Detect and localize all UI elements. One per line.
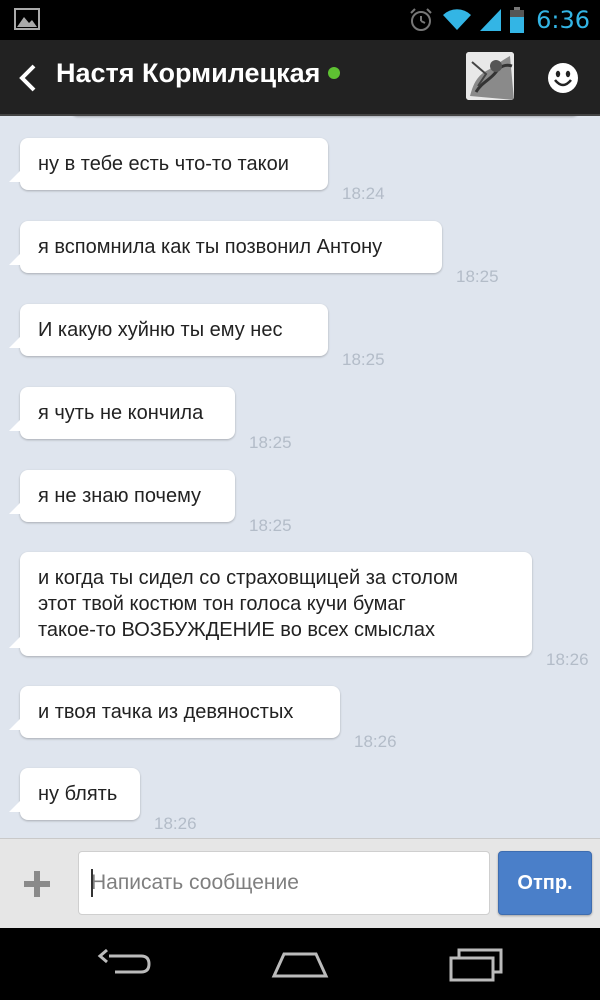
system-navigation-bar [0,928,600,1000]
back-nav-icon[interactable] [95,946,155,982]
message-input[interactable] [78,851,490,915]
message-time: 18:26 [354,732,397,751]
message-time: 18:25 [456,267,499,286]
message-bubble[interactable]: я чуть не кончила [9,387,235,439]
status-bar: 6:36 [0,0,600,40]
wifi-icon [443,9,472,31]
contact-name[interactable]: Настя Кормилецкая [56,58,341,89]
contact-name-text: Настя Кормилецкая [56,58,321,88]
back-arrow-icon[interactable] [16,62,40,94]
message-bubble[interactable]: ну блять [9,768,140,820]
message-time: 18:25 [249,433,292,452]
message-bubble[interactable]: и твоя тачка из девяностых [9,686,340,738]
message-time: 18:26 [154,814,197,833]
send-button[interactable]: Отпр. [498,851,592,915]
message-time: 18:24 [342,184,385,203]
battery-icon [510,7,525,33]
message-bubble[interactable]: И какую хуйню ты ему нес [9,304,328,356]
message-list[interactable]: ну в тебе есть что-то такои 18:24 я вспо… [0,116,600,838]
message-time: 18:25 [342,350,385,369]
message-bubble[interactable]: я не знаю почему [9,470,235,522]
attach-plus-icon[interactable] [22,869,52,899]
smiley-icon[interactable] [547,62,579,94]
contact-avatar[interactable] [466,52,514,100]
avatar-image [466,52,514,100]
online-status-dot [328,66,341,79]
alarm-icon [410,8,432,31]
home-nav-icon[interactable] [270,946,330,982]
status-time: 6:36 [536,6,590,34]
chat-header: Настя Кормилецкая [0,40,600,116]
message-time: 18:25 [249,516,292,535]
message-bubble[interactable]: ну в тебе есть что-то такои [9,138,328,190]
message-time: 18:26 [546,650,589,669]
message-bubble[interactable]: и когда ты сидел со страховщицей за стол… [9,552,532,656]
gallery-notification-icon [14,8,40,30]
text-caret [91,869,93,897]
message-bubble[interactable]: я вспомнила как ты позвонил Антону [9,221,442,273]
recent-apps-nav-icon[interactable] [445,946,505,982]
signal-icon [480,9,502,31]
message-composer: Отпр. [0,838,600,928]
